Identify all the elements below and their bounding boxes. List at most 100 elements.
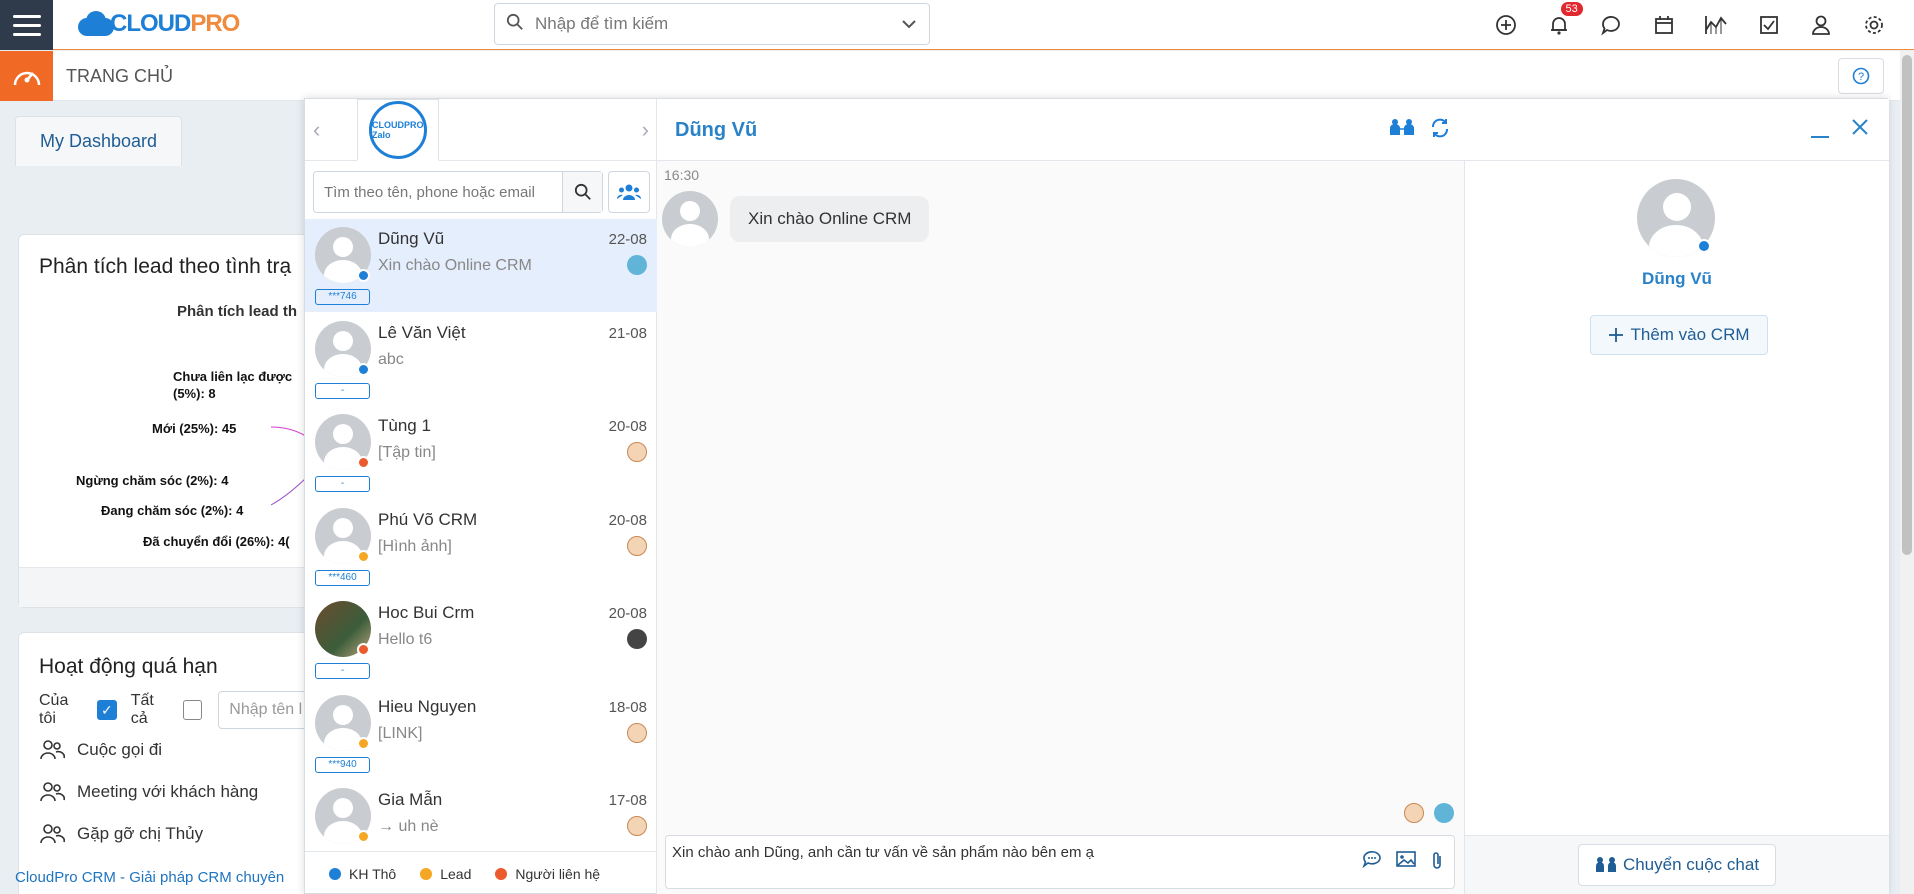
conversation-item[interactable]: Lê Văn Việt 21-08 abc - (305, 313, 657, 406)
plus-icon (1609, 328, 1624, 342)
info-header (1465, 99, 1889, 161)
status-dot (357, 736, 370, 750)
status-dot (357, 643, 370, 656)
conversation-name: Hieu Nguyen (378, 696, 477, 716)
chevron-left-icon[interactable]: ‹ (313, 117, 320, 143)
activity-name-input[interactable]: Nhập tên l (218, 691, 317, 729)
calendar-icon[interactable] (1638, 0, 1691, 50)
activity-item[interactable]: Meeting với khách hàng (39, 781, 258, 803)
status-legend: KH Thô Lead Người liên hệ (305, 851, 657, 894)
message-composer[interactable]: Xin chào anh Dũng, anh cần tư vấn về sản… (665, 835, 1455, 889)
pie-label: Chưa liên lạc được (173, 369, 293, 384)
svg-text:?: ? (1858, 71, 1864, 83)
activity-item[interactable]: Gặp gỡ chị Thủy (39, 823, 203, 845)
transfer-users-icon (1595, 857, 1616, 872)
conversation-preview: [Tập tin] (378, 444, 436, 461)
page-title: TRANG CHỦ (66, 66, 173, 86)
plus-circle-icon[interactable] (1480, 0, 1533, 50)
conversation-name: Phú Võ CRM (378, 509, 478, 529)
image-icon[interactable] (1396, 850, 1416, 875)
chat-widget: ‹ CLOUDPRO Zalo › Tìm theo tên, phone ho… (304, 98, 1889, 894)
contact-info-panel: Dũng Vũ Thêm vào CRM Chuyển cuộc chat (1465, 99, 1889, 894)
lead-analysis-card: Phân tích lead theo tình trạ Phân tích l… (18, 234, 318, 608)
bell-icon[interactable]: 53 (1533, 0, 1586, 50)
status-dot (357, 456, 370, 469)
assignee-avatar (627, 629, 647, 649)
conversation-preview: [LINK] (378, 724, 423, 742)
refresh-icon[interactable] (1429, 117, 1451, 144)
phone-tag: ***460 (315, 569, 370, 586)
info-footer: Chuyển cuộc chat (1465, 835, 1889, 894)
contact-name: Dũng Vũ (1642, 269, 1712, 288)
close-icon[interactable] (1851, 115, 1869, 143)
legend-item: KH Thô (329, 866, 396, 882)
chat-icon[interactable] (1585, 0, 1638, 50)
conversation-item[interactable]: Phú Võ CRM 20-08 [Hình ảnh] ***460 (305, 500, 657, 593)
chart-title: Phân tích lead th (177, 303, 298, 320)
composer-text[interactable]: Xin chào anh Dũng, anh cần tư vấn về sản… (672, 844, 1094, 861)
group-users-button[interactable] (608, 171, 650, 213)
status-dot (1697, 239, 1711, 253)
top-bar: CLOUDPRO Nhập để tìm kiếm 53 (0, 0, 1914, 50)
overdue-activities-card: Hoạt động quá hạn Của tôi ✓ Tất cả Nhập … (18, 632, 318, 894)
attachment-icon[interactable] (1430, 850, 1444, 875)
card-title: Phân tích lead theo tình trạ (39, 255, 292, 278)
conversation-item[interactable]: Hieu Nguyen 18-08 [LINK] ***940 (305, 687, 657, 780)
chevron-right-icon[interactable]: › (642, 117, 649, 143)
phone-tag: ***746 (315, 289, 370, 305)
card-title: Hoạt động quá hạn (39, 655, 218, 678)
legend-item: Lead (420, 866, 471, 882)
assignee-avatar (627, 442, 647, 462)
conversation-preview: Hello t6 (378, 631, 433, 648)
filter-all-label: Tất cả (130, 692, 154, 727)
chevron-down-icon[interactable] (889, 16, 929, 32)
legend-item: Người liên hệ (495, 866, 600, 882)
activity-item[interactable]: Cuộc gọi đi (39, 739, 162, 761)
zalo-account-logo: CLOUDPRO Zalo (369, 100, 427, 159)
conversation-date: 20-08 (608, 511, 647, 529)
zalo-account-tab[interactable]: CLOUDPRO Zalo (357, 99, 439, 161)
pie-label: Đang chăm sóc (2%): 4 (101, 503, 244, 518)
conversation-date: 18-08 (608, 698, 647, 716)
search-icon (495, 13, 535, 36)
filter-all-checkbox[interactable] (182, 700, 203, 720)
pie-label: Mới (25%): 45 (152, 421, 237, 436)
conversation-header: Dũng Vũ (657, 99, 1465, 161)
user-icon[interactable] (1795, 0, 1848, 50)
conversation-item[interactable]: Tùng 1 20-08 [Tập tin] - (305, 406, 657, 499)
conversation-search-input[interactable]: Tìm theo tên, phone hoặc email (313, 171, 603, 213)
conversation-preview: abc (378, 350, 404, 368)
users-icon (617, 184, 641, 200)
tab-my-dashboard[interactable]: My Dashboard (15, 116, 182, 166)
conversation-name: Dũng Vũ (378, 229, 445, 248)
conversation-name: Tùng 1 (378, 416, 431, 435)
help-button[interactable]: ? (1838, 58, 1884, 94)
dashboard-icon[interactable] (0, 51, 53, 101)
page-header: TRANG CHỦ ? (0, 51, 1900, 101)
page-scrollbar[interactable] (1900, 51, 1914, 894)
gear-icon[interactable] (1848, 0, 1901, 50)
add-to-crm-button[interactable]: Thêm vào CRM (1590, 315, 1768, 355)
assign-users-icon[interactable] (1389, 117, 1415, 144)
search-icon[interactable] (562, 172, 602, 212)
read-receipts (1404, 803, 1454, 823)
conversation-item[interactable]: Gia Mẫn 17-08 → uh nè (305, 780, 657, 851)
cloudpro-logo[interactable]: CLOUDPRO (76, 6, 240, 42)
phone-tag: - (315, 663, 370, 679)
global-search-input[interactable]: Nhập để tìm kiếm (494, 3, 930, 45)
filter-mine-checkbox[interactable]: ✓ (96, 700, 117, 720)
account-selector: ‹ CLOUDPRO Zalo › (305, 99, 657, 161)
chart-icon[interactable] (1690, 0, 1743, 50)
conversation-name: Hoc Bui Crm (378, 603, 475, 622)
conversation-preview: Xin chào Online CRM (378, 257, 532, 274)
quick-reply-icon[interactable] (1362, 850, 1382, 875)
conversation-item[interactable]: Dũng Vũ 22-08 Xin chào Online CRM ***746 (305, 219, 657, 312)
conversation-item[interactable]: Hoc Bui Crm 20-08 Hello t6- (305, 593, 657, 686)
footer-link[interactable]: CloudPro CRM - Giải pháp CRM chuyên (15, 869, 284, 886)
minimize-icon[interactable] (1809, 119, 1831, 141)
menu-button[interactable] (0, 0, 53, 50)
checkbox-icon[interactable] (1743, 0, 1796, 50)
transfer-chat-button[interactable]: Chuyển cuộc chat (1578, 844, 1776, 886)
conversation-date: 17-08 (608, 792, 647, 809)
conversation-preview: → uh nè (378, 818, 439, 835)
